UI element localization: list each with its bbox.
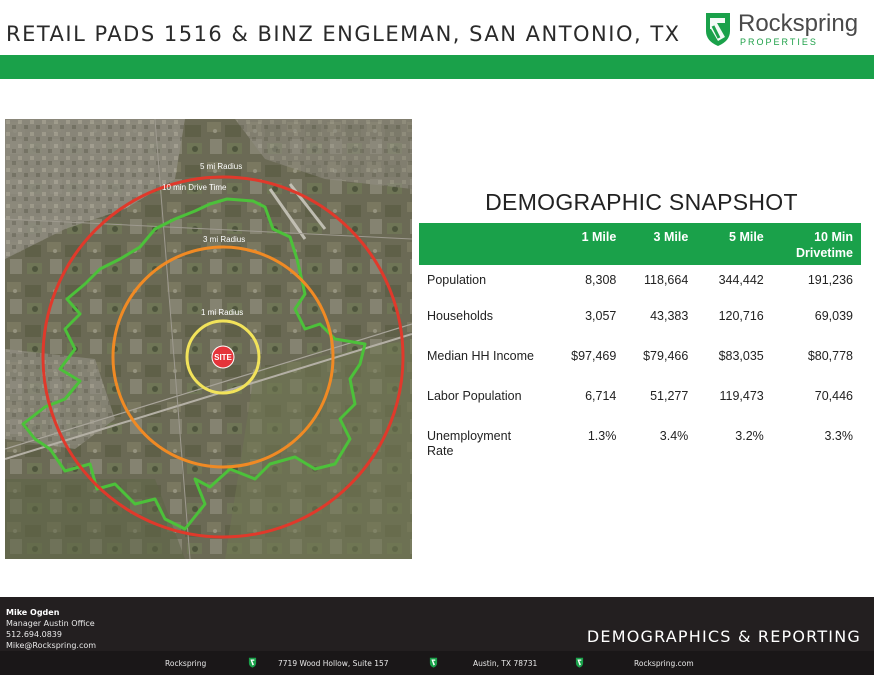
- row-label: Households: [427, 309, 494, 323]
- rockspring-mark-icon: [429, 657, 438, 668]
- rockspring-logo-icon: [706, 13, 730, 46]
- table-header-row: 1 Mile 3 Mile 5 Mile 10 Min Drivetime: [419, 223, 861, 265]
- table-row-unemployment: Unemployment Rate 1.3% 3.4% 3.2% 3.3%: [419, 425, 861, 465]
- demographic-table: 1 Mile 3 Mile 5 Mile 10 Min Drivetime Po…: [419, 223, 861, 465]
- table-cell: 3.2%: [735, 429, 764, 443]
- table-cell: 43,383: [650, 309, 689, 323]
- table-cell: 6,714: [585, 389, 617, 403]
- footer-company: Rockspring: [165, 659, 207, 668]
- footer-website-link[interactable]: Rockspring.com: [634, 659, 694, 668]
- rockspring-mark-icon: [248, 657, 257, 668]
- company-logo: Rockspring PROPERTIES: [703, 10, 868, 50]
- logo-subtitle: PROPERTIES: [740, 37, 818, 47]
- table-row-population: Population 8,308 118,664 344,442 191,236: [419, 265, 861, 305]
- drive-time-label: 10 min Drive Time: [162, 183, 227, 192]
- row-label: Unemployment Rate: [427, 429, 512, 458]
- footer-contact-bar: Rockspring 7719 Wood Hollow, Suite 157 A…: [0, 651, 874, 675]
- table-cell: $97,469: [571, 349, 617, 363]
- table-cell: 119,473: [719, 389, 764, 403]
- footer: Mike Ogden Manager Austin Office 512.694…: [0, 597, 874, 675]
- footer-address: 7719 Wood Hollow, Suite 157: [278, 659, 389, 668]
- row-label: Median HH Income: [427, 349, 534, 363]
- table-cell: 3,057: [585, 309, 617, 323]
- header-cell-5-mile: 5 Mile: [696, 223, 772, 265]
- table-cell: $79,466: [643, 349, 689, 363]
- table-cell: 118,664: [644, 273, 689, 287]
- one-mile-radius-label: 1 mi Radius: [201, 308, 243, 317]
- rockspring-mark-icon: [575, 657, 584, 668]
- contact-title: Manager Austin Office: [6, 619, 95, 628]
- table-cell: $80,778: [807, 349, 853, 363]
- table-cell: 120,716: [718, 309, 764, 323]
- footer-city: Austin, TX 78731: [473, 659, 538, 668]
- table-cell: 51,277: [650, 389, 689, 403]
- header-cell-3-mile: 3 Mile: [624, 223, 697, 265]
- header-cell-1-mile: 1 Mile: [545, 223, 625, 265]
- table-row-labor-population: Labor Population 6,714 51,277 119,473 70…: [419, 385, 861, 425]
- table-row-median-income: Median HH Income $97,469 $79,466 $83,035…: [419, 345, 861, 385]
- demographic-snapshot-title: DEMOGRAPHIC SNAPSHOT: [485, 189, 798, 215]
- logo-name: Rockspring: [738, 10, 859, 37]
- table-cell: 344,442: [718, 273, 764, 287]
- five-mile-radius-label: 5 mi Radius: [200, 162, 242, 171]
- contact-name: Mike Ogden: [6, 608, 60, 617]
- header-cell-blank: [419, 223, 546, 265]
- table-cell: 70,446: [814, 389, 853, 403]
- table-row-households: Households 3,057 43,383 120,716 69,039: [419, 305, 861, 345]
- site-marker-label: SITE: [214, 353, 232, 362]
- page-title: RETAIL PADS 1516 & BINZ ENGLEMAN, SAN AN…: [6, 22, 681, 46]
- header-band: [0, 55, 874, 79]
- contact-phone[interactable]: 512.694.0839: [6, 629, 96, 640]
- table-cell: $83,035: [718, 349, 764, 363]
- table-cell: 3.4%: [659, 429, 689, 443]
- aerial-radius-map: 5 mi Radius 10 min Drive Time 3 mi Radiu…: [5, 119, 412, 559]
- table-cell: 1.3%: [587, 429, 617, 443]
- table-cell: 69,039: [814, 309, 853, 323]
- row-label: Labor Population: [427, 389, 522, 403]
- table-cell: 191,236: [807, 273, 853, 287]
- section-title: DEMOGRAPHICS & REPORTING: [586, 627, 861, 646]
- row-label: Population: [427, 273, 487, 287]
- contact-email[interactable]: Mike@Rockspring.com: [6, 640, 96, 651]
- header-cell-drivetime: 10 Min Drivetime: [771, 223, 861, 265]
- contact-block: Mike Ogden Manager Austin Office 512.694…: [6, 607, 96, 651]
- table-cell: 8,308: [585, 273, 617, 287]
- three-mile-radius-label: 3 mi Radius: [203, 235, 245, 244]
- table-cell: 3.3%: [824, 429, 854, 443]
